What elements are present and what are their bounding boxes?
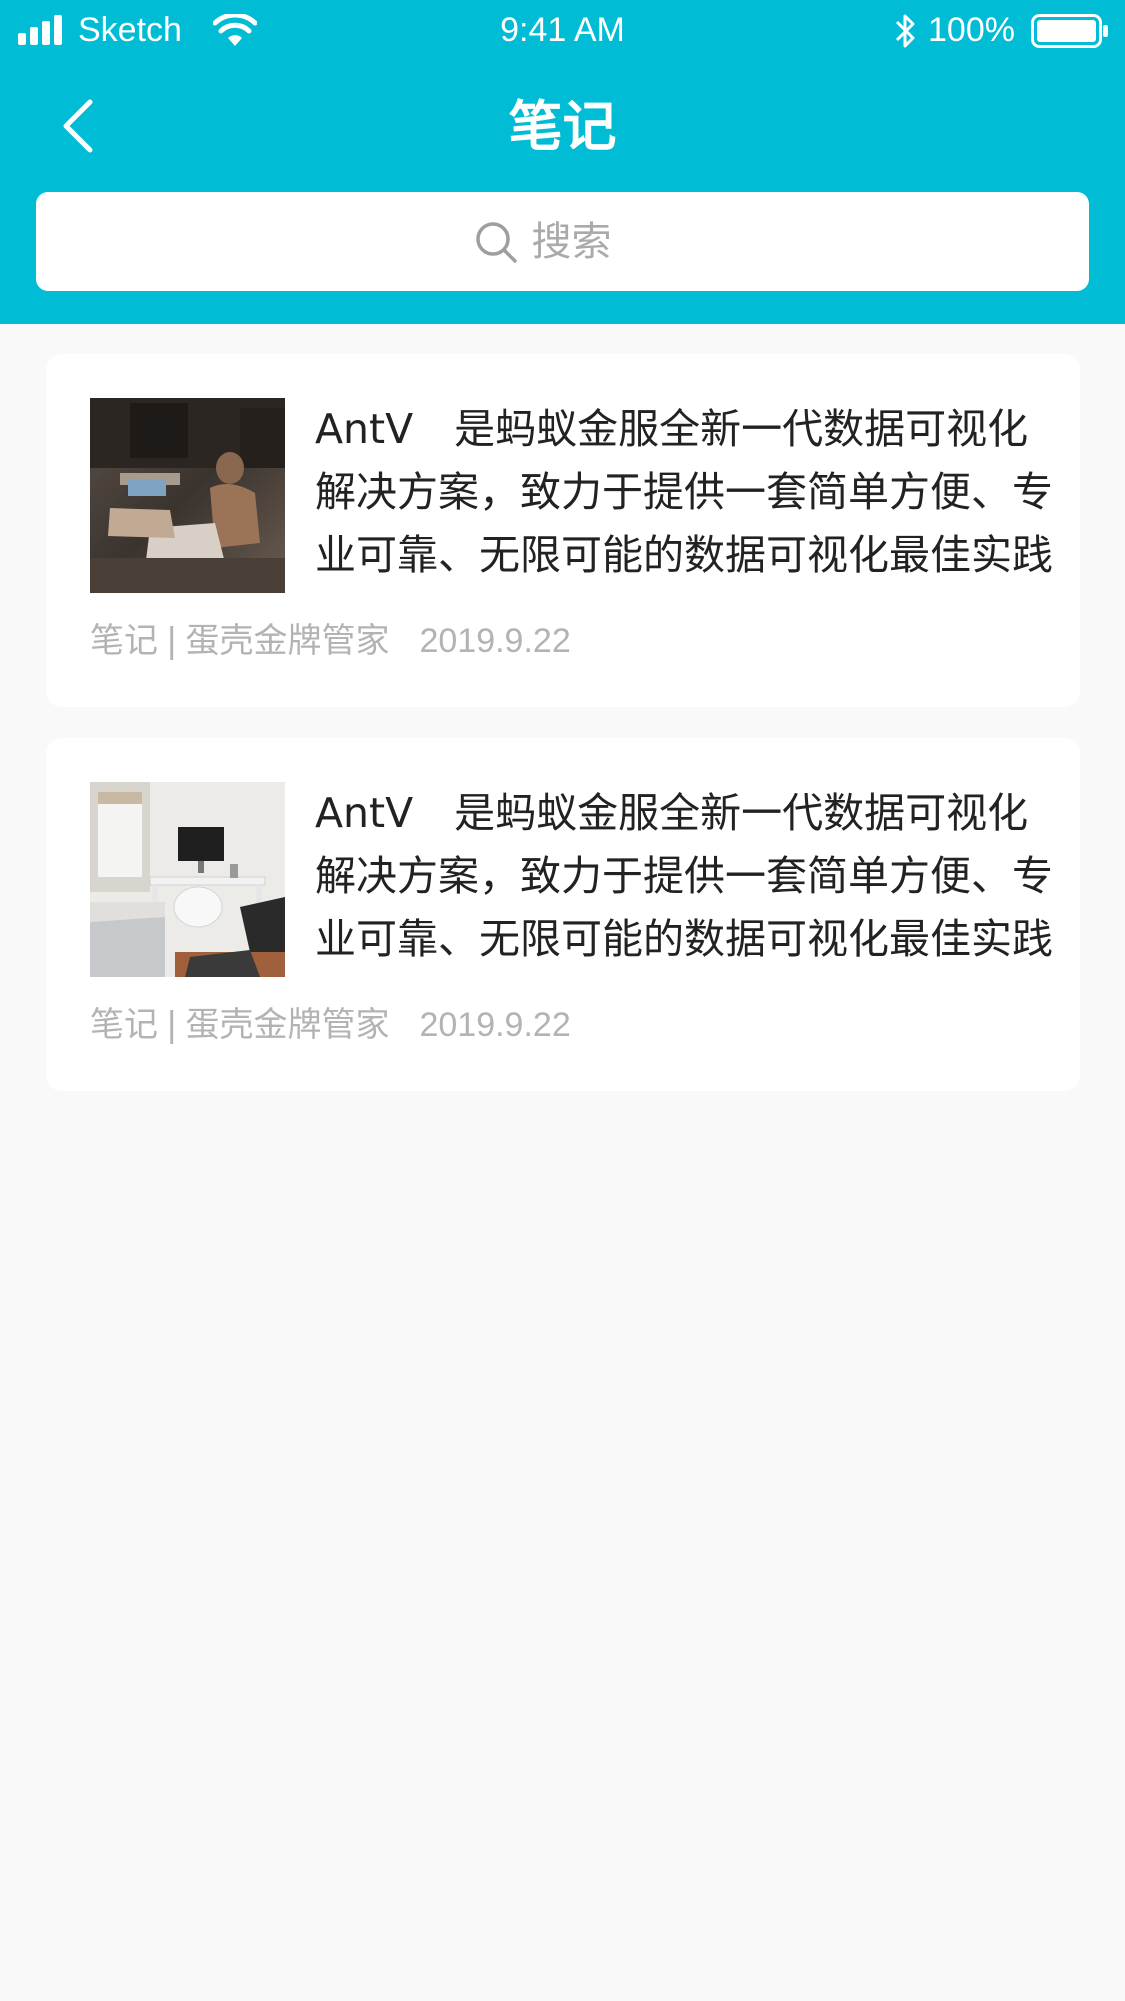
search-bar[interactable] [36, 192, 1089, 291]
note-text: AntV 是蚂蚁金服全新一代数据可视化解决方案，致力于提供一套简单方便、专业可靠… [315, 405, 1053, 579]
note-meta: 笔记 | 蛋壳金牌管家 2019.9.22 [90, 1000, 571, 1050]
status-bar: Sketch 9:41 AM 100% [0, 0, 1125, 64]
note-category: 笔记 [90, 1005, 158, 1045]
bluetooth-icon [895, 14, 915, 48]
page-title: 笔记 [508, 95, 617, 158]
search-icon [475, 221, 517, 263]
meta-separator: | [166, 1005, 178, 1045]
note-thumbnail [90, 398, 285, 593]
note-card[interactable]: AntV 是蚂蚁金服全新一代数据可视化解决方案，致力于提供一套简单方便、专业可靠… [46, 354, 1080, 707]
search-input[interactable] [531, 218, 652, 265]
note-date: 2019.9.22 [419, 1006, 571, 1044]
note-text: AntV 是蚂蚁金服全新一代数据可视化解决方案，致力于提供一套简单方便、专业可靠… [315, 789, 1053, 963]
note-meta: 笔记 | 蛋壳金牌管家 2019.9.22 [90, 616, 571, 666]
note-author: 蛋壳金牌管家 [185, 1005, 390, 1045]
meta-separator: | [166, 621, 178, 661]
note-author: 蛋壳金牌管家 [185, 621, 390, 661]
note-thumbnail [90, 782, 285, 977]
battery-percent: 100% [928, 11, 1015, 49]
note-category: 笔记 [90, 621, 158, 661]
note-card[interactable]: AntV 是蚂蚁金服全新一代数据可视化解决方案，致力于提供一套简单方便、专业可靠… [46, 738, 1080, 1091]
note-date: 2019.9.22 [419, 622, 571, 660]
header-bar: Sketch 9:41 AM 100% 笔记 [0, 0, 1125, 324]
battery-icon [1031, 14, 1108, 48]
